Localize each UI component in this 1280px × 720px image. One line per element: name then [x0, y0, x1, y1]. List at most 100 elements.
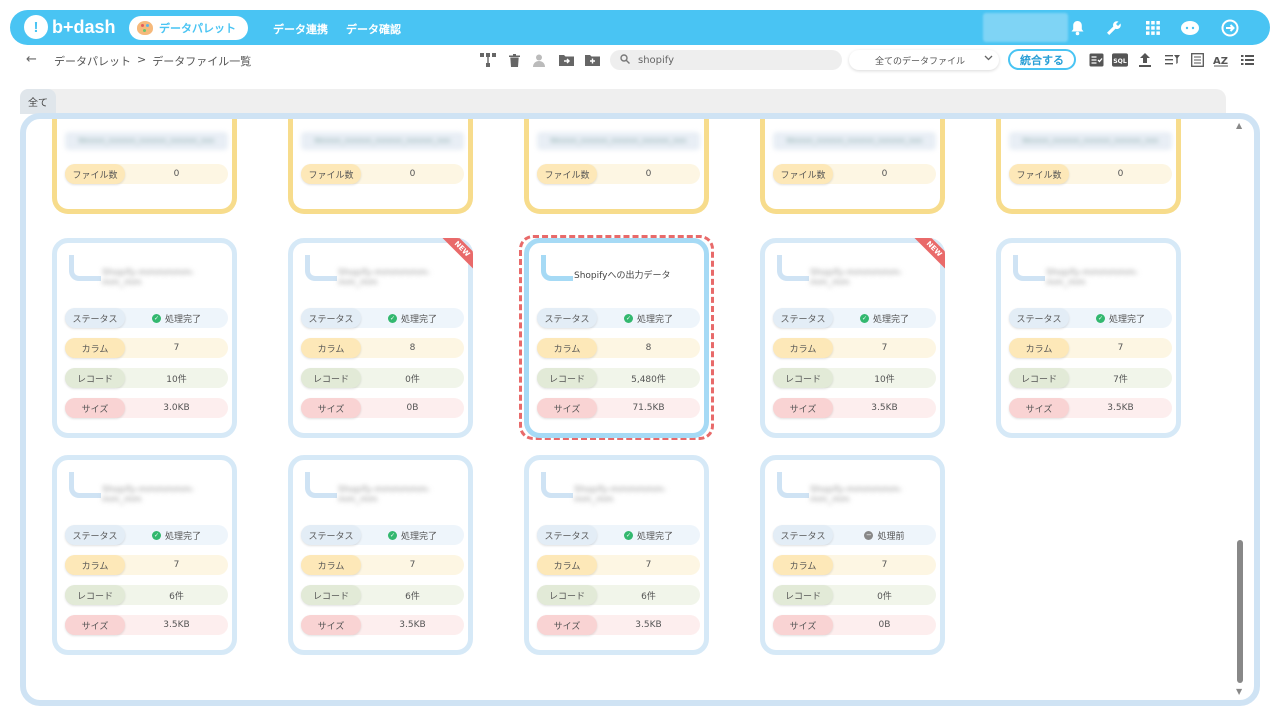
size-label: サイズ [301, 398, 361, 418]
file-count-label: ファイル数 [1009, 164, 1069, 184]
upload-icon[interactable] [1137, 52, 1153, 68]
sql-icon[interactable]: SQL [1112, 52, 1128, 68]
column-label: カラム [773, 555, 833, 575]
folder-icon [825, 113, 885, 116]
file-title: Shopify-mmmmmm-mm_mm [810, 268, 903, 288]
nav-data-integration[interactable]: データ連携 [273, 21, 328, 37]
wrench-icon[interactable] [1104, 18, 1124, 38]
record-value: 6件 [405, 591, 420, 602]
folder-card[interactable]: Mmmm_mmmm_mmmm_mmmm_mm ファイル数 0 [288, 119, 473, 214]
nav-data-palette[interactable]: データパレット [129, 16, 248, 40]
data-file-card[interactable]: Shopifyへの出力データ ステータス ✓ 処理完了 カラム 8 レコード 5,480件 サイ… [524, 238, 709, 438]
file-grid-panel: Mmmm_mmmm_mmmm_mmmm_mm ファイル数 0 Mmmm_mmmm_mm… [20, 113, 1260, 706]
status-value: ✓ 処理完了 [387, 530, 437, 542]
sort-az-icon[interactable]: AZ [1213, 52, 1229, 68]
chat-support-icon[interactable] [1180, 18, 1200, 38]
bell-icon[interactable] [1067, 18, 1087, 38]
breadcrumb-data-palette[interactable]: データパレット [54, 53, 131, 69]
folder-card[interactable]: Mmmm_mmmm_mmmm_mmmm_mm ファイル数 0 [996, 119, 1181, 214]
data-file-card[interactable]: Shopify-mmmmmm-mm_mm ステータス ✓ 処理完了 カラム 7 レコード 7件… [996, 238, 1181, 438]
size-label: サイズ [537, 398, 597, 418]
data-file-card[interactable]: Shopify-mmmmmm-mm_mm ステータス ✓ 処理完了 カラム 7 レコード 6件… [52, 455, 237, 655]
apps-grid-icon[interactable] [1143, 18, 1163, 38]
file-filter-select[interactable]: 全てのデータファイル [849, 50, 999, 70]
record-label: レコード [65, 368, 125, 388]
status-row: ステータス ✓ 処理完了 [65, 308, 228, 328]
logo-text: b+dash [52, 16, 116, 37]
column-row: カラム 7 [65, 555, 228, 575]
data-file-card[interactable]: Shopify-mmmmmm-mm_mm ステータス ✓ 処理完了 カラム 7 レコード 6件… [288, 455, 473, 655]
size-label: サイズ [65, 615, 125, 635]
data-file-card[interactable]: Shopify-mmmmmm-mm_mm ステータス ✓ 処理完了 カラム 7 レコード 6件… [524, 455, 709, 655]
nav-data-check[interactable]: データ確認 [346, 21, 401, 37]
size-label: サイズ [1009, 398, 1069, 418]
size-row: サイズ 3.5KB [537, 615, 700, 635]
data-file-card[interactable]: NEW Shopify-mmmmmm-mm_mm ステータス ✓ 処理完了 カラム 8 レコー… [288, 238, 473, 438]
filter-list-icon[interactable] [1164, 52, 1180, 68]
record-row: レコード 0件 [301, 368, 464, 388]
status-label: ステータス [537, 525, 597, 545]
user-info[interactable] [983, 13, 1068, 42]
size-row: サイズ 3.5KB [1009, 398, 1172, 418]
logo[interactable]: ! b+dash [24, 15, 116, 39]
column-label: カラム [65, 338, 125, 358]
file-count-label: ファイル数 [65, 164, 125, 184]
scroll-down-arrow-icon[interactable]: ▼ [1236, 687, 1242, 696]
file-icon [777, 255, 809, 281]
check-circle-icon: ✓ [1095, 313, 1105, 323]
file-title: Shopifyへの出力データ [574, 271, 671, 281]
data-file-card[interactable]: Shopify-mmmmmm-mm_mm ステータス ✓ 処理完了 カラム 7 レコード 10… [52, 238, 237, 438]
hierarchy-icon[interactable] [480, 52, 496, 68]
new-badge: NEW [911, 238, 945, 272]
detail-list-icon[interactable] [1189, 52, 1205, 68]
back-arrow-icon[interactable]: ← [26, 52, 37, 67]
size-row: サイズ 0B [301, 398, 464, 418]
status-label: ステータス [301, 308, 361, 328]
column-value: 8 [409, 343, 416, 353]
record-value: 7件 [1113, 374, 1128, 385]
file-filter-value: 全てのデータファイル [875, 56, 966, 67]
folder-card[interactable]: Mmmm_mmmm_mmmm_mmmm_mm ファイル数 0 [52, 119, 237, 214]
size-value: 3.5KB [635, 620, 662, 630]
file-count-label: ファイル数 [773, 164, 833, 184]
check-circle-icon: ✓ [623, 530, 633, 540]
size-label: サイズ [301, 615, 361, 635]
breadcrumb: データパレット > データファイル一覧 [54, 53, 251, 69]
folder-card[interactable]: Mmmm_mmmm_mmmm_mmmm_mm ファイル数 0 [524, 119, 709, 214]
scroll-up-arrow-icon[interactable]: ▲ [1236, 121, 1242, 130]
file-title: Shopify-mmmmmm-mm_mm [338, 485, 431, 505]
data-file-card[interactable]: Shopify-mmmmmm-mm_mm ステータス − 処理前 カラム 7 レコード 0件サ… [760, 455, 945, 655]
size-value: 71.5KB [632, 403, 665, 413]
logout-icon[interactable] [1220, 18, 1240, 38]
data-file-card[interactable]: NEW Shopify-mmmmmm-mm_mm ステータス ✓ 処理完了 カラム 7 レコー… [760, 238, 945, 438]
record-value: 0件 [877, 591, 892, 602]
trash-icon[interactable] [506, 52, 522, 68]
list-view-icon[interactable] [1239, 52, 1255, 68]
column-value: 7 [1117, 343, 1124, 353]
checklist-icon[interactable] [1088, 52, 1104, 68]
column-row: カラム 7 [1009, 338, 1172, 358]
file-title: Shopify-mmmmmm-mm_mm [338, 268, 431, 288]
status-value: ✓ 処理完了 [151, 530, 201, 542]
record-label: レコード [773, 368, 833, 388]
size-value: 3.5KB [399, 620, 426, 630]
user-check-icon[interactable] [532, 52, 548, 68]
tab-all[interactable]: 全て [20, 89, 56, 114]
status-value: ✓ 処理完了 [151, 313, 201, 325]
file-count-row: ファイル数 0 [301, 164, 464, 184]
search-input[interactable] [638, 54, 818, 66]
minus-circle-icon: − [864, 530, 874, 540]
status-row: ステータス ✓ 処理完了 [1009, 308, 1172, 328]
scrollbar-thumb[interactable] [1237, 540, 1243, 683]
folder-move-icon[interactable] [558, 52, 574, 68]
record-label: レコード [537, 585, 597, 605]
status-label: ステータス [65, 308, 125, 328]
check-circle-icon: ✓ [859, 313, 869, 323]
merge-button[interactable]: 統合する [1008, 49, 1076, 70]
folder-card[interactable]: Mmmm_mmmm_mmmm_mmmm_mm ファイル数 0 [760, 113, 945, 214]
folder-add-icon[interactable] [584, 52, 600, 68]
file-icon [305, 472, 337, 498]
column-value: 7 [173, 343, 180, 353]
status-label: ステータス [65, 525, 125, 545]
file-count-row: ファイル数 0 [1009, 164, 1172, 184]
